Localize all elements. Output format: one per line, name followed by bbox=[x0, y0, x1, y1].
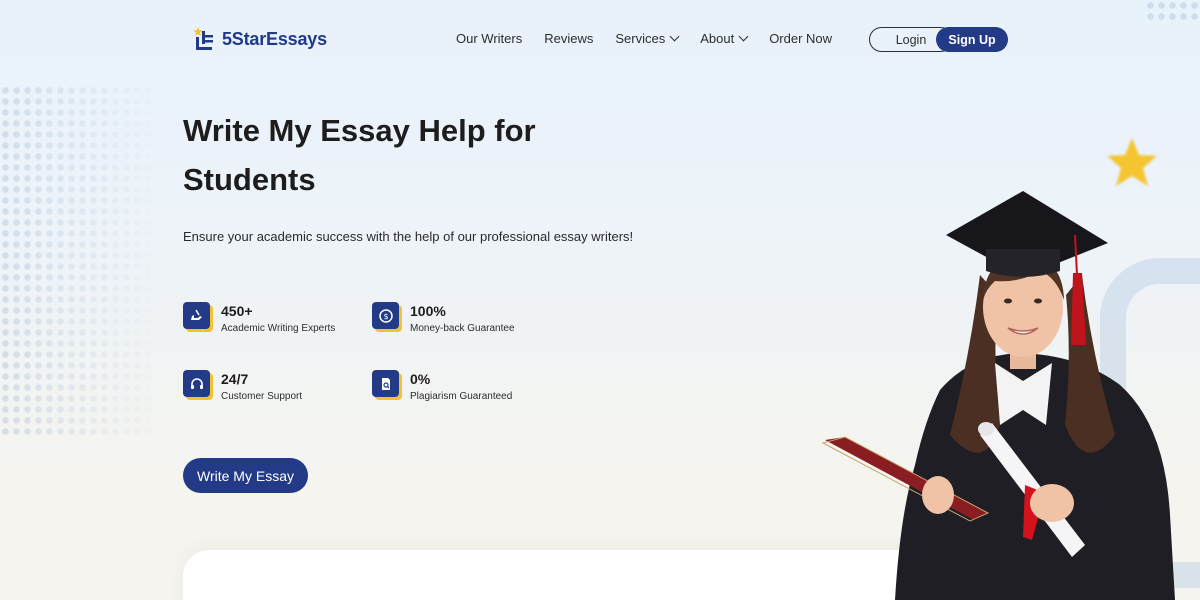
hero-title-line-1: Write My Essay Help for bbox=[183, 113, 536, 148]
logo-icon bbox=[192, 26, 218, 52]
nav-label: Our Writers bbox=[456, 31, 523, 46]
chevron-down-icon bbox=[738, 31, 749, 42]
stat-label: Money-back Guarantee bbox=[410, 323, 515, 334]
chevron-down-icon bbox=[669, 31, 680, 42]
nav-order-now[interactable]: Order Now bbox=[769, 31, 832, 46]
nav-label: Reviews bbox=[544, 31, 594, 46]
stat-value: 450+ bbox=[221, 303, 253, 319]
nav-label: About bbox=[700, 31, 735, 46]
svg-text:$: $ bbox=[383, 312, 388, 321]
signup-button[interactable]: Sign Up bbox=[936, 27, 1008, 52]
stat-plagiarism: 0% Plagiarism Guaranteed bbox=[372, 370, 512, 402]
nav-label: Order Now bbox=[769, 31, 833, 46]
nav-our-writers[interactable]: Our Writers bbox=[456, 31, 522, 46]
stat-label: Academic Writing Experts bbox=[221, 323, 336, 334]
stat-label: Plagiarism Guaranteed bbox=[410, 391, 513, 402]
nav-about[interactable]: About bbox=[700, 31, 749, 46]
hero-subtitle: Ensure your academic success with the he… bbox=[183, 229, 634, 244]
nav-reviews[interactable]: Reviews bbox=[544, 31, 593, 46]
document-search-icon bbox=[372, 370, 399, 397]
hero-title-line-2: Students bbox=[183, 162, 316, 197]
stat-support: 24/7 Customer Support bbox=[183, 370, 302, 402]
decorative-star-icon bbox=[1107, 138, 1157, 186]
site-header: 5StarEssays Our Writers Reviews Services… bbox=[0, 0, 1200, 78]
stat-writers: 450+ Academic Writing Experts bbox=[183, 302, 335, 334]
hero-title: Write My Essay Help for Students bbox=[183, 106, 603, 204]
nav-label: Services bbox=[615, 31, 666, 46]
stat-value: 100% bbox=[410, 303, 446, 319]
writer-hand-icon bbox=[183, 302, 210, 329]
write-my-essay-button[interactable]: Write My Essay bbox=[183, 458, 308, 493]
stat-value: 24/7 bbox=[221, 371, 249, 387]
money-back-icon: $ bbox=[372, 302, 399, 329]
stat-label: Customer Support bbox=[221, 391, 303, 402]
headset-icon bbox=[183, 370, 210, 397]
decorative-dot-pattern bbox=[0, 85, 160, 435]
graduate-student-image bbox=[821, 191, 1175, 600]
site-logo[interactable]: 5StarEssays bbox=[192, 26, 327, 52]
logo-text: 5StarEssays bbox=[222, 28, 327, 49]
nav-services[interactable]: Services bbox=[615, 31, 680, 46]
stat-value: 0% bbox=[410, 371, 431, 387]
stat-money-back: $ 100% Money-back Guarantee bbox=[372, 302, 515, 334]
main-nav: Our Writers Reviews Services About Order… bbox=[456, 31, 832, 46]
